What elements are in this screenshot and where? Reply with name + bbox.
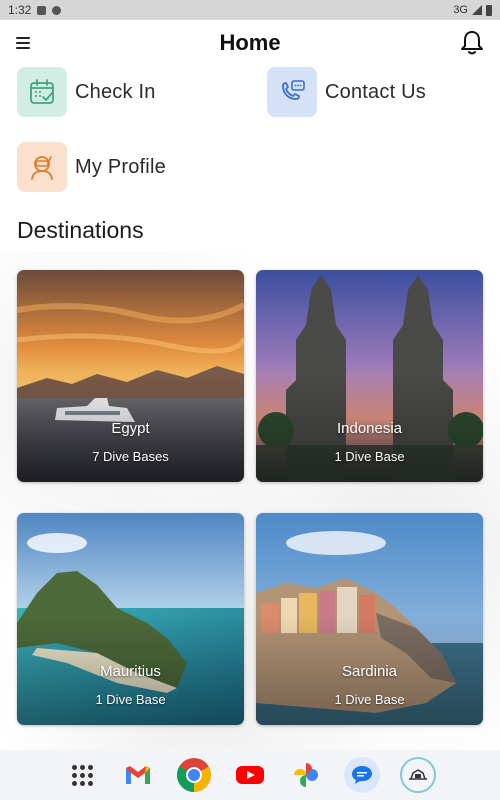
check-in-button[interactable]: Check In: [17, 67, 156, 117]
destination-bases: 1 Dive Base: [334, 692, 405, 707]
contact-us-label: Contact Us: [325, 80, 426, 103]
destination-name: Mauritius: [100, 663, 161, 680]
destination-bases: 1 Dive Base: [334, 449, 405, 464]
dive-app-icon[interactable]: [400, 757, 436, 793]
menu-icon[interactable]: [16, 37, 30, 49]
destinations-heading: Destinations: [17, 217, 144, 243]
destination-bases: 7 Dive Bases: [92, 449, 169, 464]
destination-card-egypt[interactable]: Egypt 7 Dive Bases: [17, 270, 244, 482]
apps-grid-icon[interactable]: [64, 757, 100, 793]
status-time: 1:32: [8, 3, 32, 17]
battery-icon: [486, 4, 492, 16]
my-profile-button[interactable]: My Profile: [17, 142, 166, 192]
diver-profile-icon: [17, 142, 67, 192]
status-bar: 1:32 3G: [0, 0, 500, 20]
network-type: 3G: [453, 4, 468, 16]
calendar-check-icon: [17, 67, 67, 117]
app-bar: Home: [0, 20, 500, 66]
destination-card-indonesia[interactable]: Indonesia 1 Dive Base: [256, 270, 483, 482]
phone-chat-icon: [267, 67, 317, 117]
check-in-label: Check In: [75, 80, 156, 103]
messages-icon[interactable]: [344, 757, 380, 793]
notification-icon: [37, 5, 47, 15]
sync-icon: [52, 5, 62, 15]
signal-icon: [472, 5, 482, 15]
destination-card-mauritius[interactable]: Mauritius 1 Dive Base: [17, 513, 244, 725]
destination-name: Indonesia: [336, 420, 403, 437]
destination-name: Egypt: [111, 420, 150, 437]
app-dock: [0, 750, 500, 800]
destination-card-sardinia[interactable]: Sardinia 1 Dive Base: [256, 513, 483, 725]
photos-icon[interactable]: [288, 757, 324, 793]
gmail-icon[interactable]: [120, 757, 156, 793]
contact-us-button[interactable]: Contact Us: [267, 67, 426, 117]
notification-bell-icon[interactable]: [458, 29, 486, 57]
chrome-icon[interactable]: [176, 757, 212, 793]
my-profile-label: My Profile: [75, 155, 166, 178]
destination-bases: 1 Dive Base: [95, 692, 166, 707]
destination-name: Sardinia: [341, 663, 398, 680]
page-title: Home: [219, 30, 281, 55]
youtube-icon[interactable]: [232, 757, 268, 793]
